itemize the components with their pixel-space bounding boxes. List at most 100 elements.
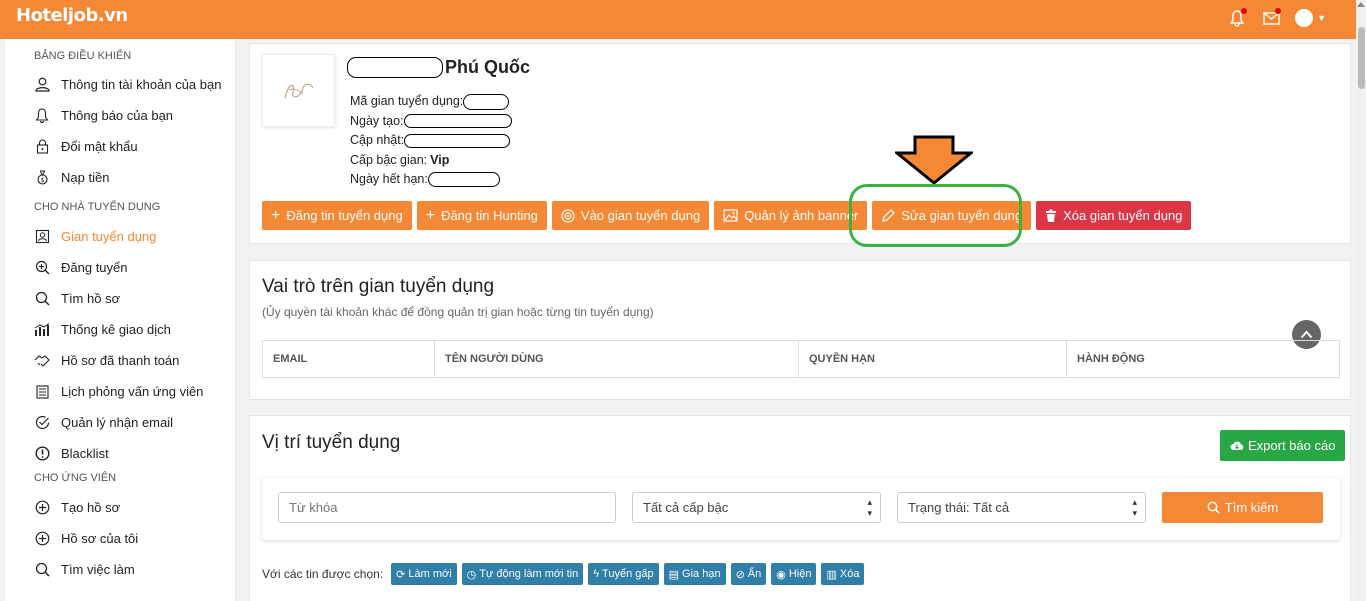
delete-button[interactable]: ▥ Xóa [821,563,865,585]
plus-icon: + [425,206,436,224]
redacted-code [463,93,510,110]
updown-icon: ▴ ▾ [867,496,872,518]
post-job-button[interactable]: + Đăng tin tuyển dụng [262,201,412,230]
filter-panel: Tất cả cấp bậc ▴▾ Trạng thái: Tất cả ▴▾ … [262,478,1340,540]
auto-refresh-button[interactable]: ◷ Tự động làm mới tin [461,563,584,585]
sidebar-item-label: Blacklist [61,446,109,461]
sidebar-item-label: Đăng tuyển [61,260,128,275]
check-circle-icon [34,415,50,431]
post-hunting-button[interactable]: + Đăng tin Hunting [416,201,547,230]
clock-icon: ◷ [466,568,477,581]
delete-booth-button[interactable]: Xóa gian tuyển dụng [1036,201,1192,230]
sidebar-item-interview-schedule[interactable]: Lịch phỏng vấn ứng viên [5,376,235,407]
button-label: Export báo cáo [1248,438,1336,453]
booth-actions: + Đăng tin tuyển dụng + Đăng tin Hunting V… [262,201,1192,230]
extend-button[interactable]: ▤ Gia hạn [663,563,726,585]
mail-icon[interactable] [1261,8,1282,28]
button-label: Tìm kiếm [1224,500,1279,515]
manage-banner-button[interactable]: Quản lý ảnh banner [714,201,868,230]
chevron-down-icon: ▼ [1317,13,1326,23]
button-label: Làm mới [408,568,452,580]
store-icon [34,229,50,245]
chart-icon [34,322,50,338]
page-scrollbar[interactable] [1356,0,1366,601]
sidebar-item-label: Tìm việc làm [61,562,135,577]
hide-button[interactable]: ⊘ Ẩn [730,563,767,585]
sidebar-item-recruitment-booth[interactable]: Gian tuyển dụng [5,221,235,252]
user-menu[interactable]: ▼ [1295,9,1326,27]
button-label: Gia hạn [682,568,721,580]
urgent-button[interactable]: ϟ Tuyển gấp [588,563,659,585]
sidebar-item-label: Thông báo của bạn [61,108,174,123]
cloud-download-icon [1230,441,1244,450]
sidebar-item-label: Thống kê giao dịch [61,322,171,337]
sidebar-item-label: Nạp tiền [61,170,110,185]
sidebar-item-blacklist[interactable]: Blacklist [5,438,235,469]
sidebar-item-change-password[interactable]: Đổi mật khẩu [5,131,235,162]
sidebar-item-create-resume[interactable]: Tạo hồ sơ [5,492,235,523]
sidebar-item-find-jobs[interactable]: Tìm việc làm [5,554,235,585]
plus-icon: + [271,206,281,224]
level-select[interactable]: Tất cả cấp bậc ▴ ▾ [632,492,881,523]
notification-dot [1241,8,1248,14]
search-icon [1207,501,1220,514]
button-label: Xóa [839,568,860,580]
roles-table: EMAIL TÊN NGƯỜI DÙNG QUYỀN HẠN HÀNH ĐỘNG [262,340,1340,378]
plus-circle-icon [34,500,50,516]
search-button[interactable]: Tìm kiếm [1162,492,1323,523]
sidebar-item-my-resumes[interactable]: Hồ sơ của tôi [5,523,235,554]
status-select[interactable]: Trạng thái: Tất cả ▴ ▾ [897,492,1146,523]
column-header: EMAIL [263,341,435,377]
sidebar-item-label: Hồ sơ của tôi [61,531,139,546]
sidebar-item-label: Lịch phỏng vấn ứng viên [61,384,204,399]
refresh-button[interactable]: ⟳ Làm mới [391,563,457,585]
column-header: TÊN NGƯỜI DÙNG [435,341,799,377]
redacted-name [347,57,443,78]
chevron-up-icon [1300,330,1313,339]
top-icons: ▼ [1227,8,1326,28]
sidebar-item-account-info[interactable]: Thông tin tài khoản của bạn [5,69,235,100]
sidebar-section-candidate: CHO ỨNG VIÊN [34,472,117,484]
sidebar-item-email-settings[interactable]: Quản lý nhận email [5,407,235,438]
keyword-input[interactable] [278,492,616,523]
sidebar-item-post-job[interactable]: Đăng tuyển [5,252,235,283]
created-date-label: Ngày tạo: [350,113,404,128]
trash-icon [1046,209,1057,222]
export-report-button[interactable]: Export báo cáo [1220,430,1346,461]
refresh-icon: ⟳ [396,568,406,581]
sidebar-item-label: Tạo hồ sơ [61,500,121,515]
sidebar-item-notifications[interactable]: Thông báo của bạn [5,100,235,131]
company-profile-card: Phú Quốc Mã gian tuyển dụng: Ngày tạo: C… [249,43,1351,247]
show-button[interactable]: ◉ Hiện [771,563,817,585]
booth-level-label: Cấp bậc gian: [350,152,428,167]
company-info: Mã gian tuyển dụng: Ngày tạo: Cập nhật: … [350,92,512,190]
sidebar-item-find-resume[interactable]: Tìm hồ sơ [5,283,235,314]
sidebar-item-transaction-stats[interactable]: Thống kê giao dịch [5,314,235,345]
avatar [1295,9,1314,27]
button-label: Đăng tin tuyển dụng [286,208,403,223]
redacted-expiry [427,172,500,188]
sidebar-item-label: Hồ sơ đã thanh toán [61,353,180,368]
roles-subtitle: (Ủy quyền tài khoản khác để đồng quản tr… [262,305,654,319]
button-label: Vào gian tuyển dụng [580,208,701,223]
trash-icon: ▥ [826,568,837,581]
scroll-thumb[interactable] [1358,27,1365,89]
scroll-up-arrow[interactable] [1357,2,1365,7]
button-label: Đăng tin Hunting [441,208,538,223]
card-icon: ▤ [668,568,680,581]
sidebar-item-paid-resumes[interactable]: Hồ sơ đã thanh toán [5,345,235,376]
enter-booth-button[interactable]: Vào gian tuyển dụng [551,201,710,230]
redacted-created [403,114,512,129]
sidebar-item-top-up[interactable]: $ Nạp tiền [5,162,235,193]
sidebar-item-label: Thông tin tài khoản của bạn [61,77,222,92]
bell-icon [34,108,50,124]
sidebar-section-employer: CHO NHÀ TUYỂN DỤNG [34,201,161,213]
expiry-date-label: Ngày hết hạn: [350,172,428,186]
site-logo[interactable]: Hoteljob.vn [16,5,128,26]
bulk-actions-label: Với các tin được chọn: [262,567,384,581]
sidebar-section-dashboard: BẢNG ĐIỀU KHIỂN [34,50,132,62]
updown-icon: ▴ ▾ [1132,496,1137,518]
calendar-icon [34,384,50,400]
button-label: Quản lý ảnh banner [744,208,859,223]
bell-icon[interactable] [1227,8,1248,28]
